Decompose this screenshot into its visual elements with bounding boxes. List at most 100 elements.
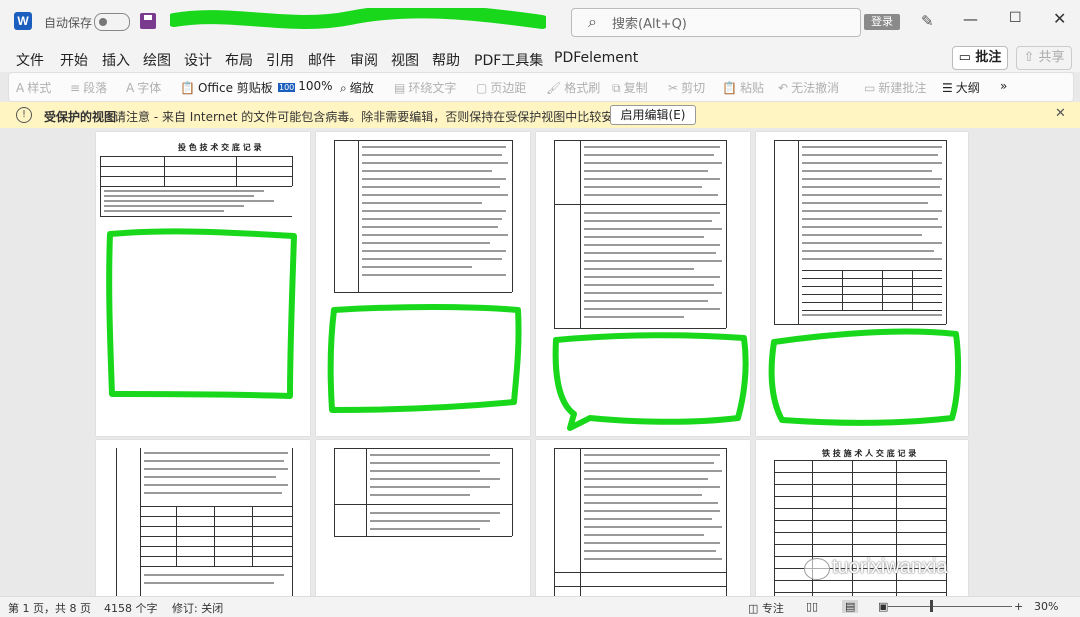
close-icon[interactable]: ✕ (1053, 9, 1066, 28)
menu-mailings[interactable]: 邮件 (308, 50, 336, 70)
menu-references[interactable]: 引用 (266, 50, 294, 70)
new-comment-button[interactable]: ▭ 新建批注 (864, 79, 926, 96)
watermark-text: tuorixiwanxia (832, 556, 948, 578)
watermark-icon (804, 558, 830, 580)
outline-label: 大纲 (955, 81, 980, 95)
toolbar-more-button[interactable]: » (1000, 79, 1007, 93)
styles-button[interactable]: A 样式 (16, 79, 51, 96)
annotate-button[interactable]: ▭ 批注 (952, 46, 1008, 70)
menu-insert[interactable]: 插入 (102, 50, 130, 70)
search-placeholder: 搜索(Alt+Q) (612, 17, 687, 32)
font-label: 字体 (137, 81, 162, 95)
scribble-page-4 (768, 328, 962, 426)
zoom100-icon: 100 (278, 83, 296, 92)
font-button[interactable]: A 字体 (126, 79, 161, 96)
share-button[interactable]: ⇧ 共享 (1016, 46, 1072, 70)
wrap-text-button[interactable]: ▤ 环绕文字 (394, 79, 456, 96)
redacted-filename-scribble (170, 8, 546, 29)
autosave-toggle[interactable] (94, 13, 130, 31)
zoom-icon: ⌕ (340, 81, 347, 95)
web-layout-icon[interactable]: ▣ (878, 600, 888, 613)
copy-icon: ⧉ (612, 81, 621, 95)
copy-label: 复制 (623, 81, 648, 95)
styles-icon: A (16, 81, 25, 95)
cut-label: 剪切 (681, 81, 706, 95)
highlighter-scribbles (106, 228, 962, 431)
menu-review[interactable]: 审阅 (350, 50, 378, 70)
paste-button[interactable]: 📋 粘贴 (722, 79, 764, 96)
protected-view-message[interactable]: 请注意 - 来自 Internet 的文件可能包含病毒。除非需要编辑，否则保持在… (114, 108, 637, 125)
scribble-page-2 (327, 304, 522, 413)
track-changes-status[interactable]: 修订: 关闭 (172, 600, 223, 616)
focus-label: 专注 (761, 602, 784, 615)
zoom-in-button[interactable]: + (1014, 600, 1023, 613)
menu-home[interactable]: 开始 (60, 50, 88, 70)
outline-button[interactable]: ☰ 大纲 (942, 79, 980, 96)
undo-button[interactable]: ↶ 无法撤消 (778, 79, 839, 96)
protected-view-title: 受保护的视图 (44, 110, 117, 124)
clipboard-label: Office 剪贴板 (197, 81, 273, 95)
zoom-slider[interactable] (888, 606, 1012, 607)
copy-button[interactable]: ⧉ 复制 (612, 79, 648, 96)
paste-label: 粘贴 (739, 81, 764, 95)
autosave-label: 自动保存 (44, 16, 93, 30)
annotate-label: 批注 (975, 50, 1002, 65)
clipboard-button[interactable]: 📋 Office 剪贴板 (180, 79, 273, 96)
word-logo-icon: W (14, 12, 32, 30)
paragraph-label: 段落 (83, 81, 108, 95)
maximize-icon[interactable]: ☐ (1009, 10, 1022, 26)
share-icon: ⇧ (1023, 50, 1039, 65)
scribble-page-3 (552, 332, 749, 431)
menu-draw[interactable]: 绘图 (143, 50, 171, 70)
paragraph-icon: ≡ (70, 81, 81, 95)
wrap-text-icon: ▤ (394, 81, 406, 95)
cut-icon: ✂ (668, 81, 679, 95)
shield-icon: ! (16, 107, 32, 123)
menu-layout[interactable]: 布局 (225, 50, 253, 70)
zoom-slider-thumb[interactable] (930, 600, 933, 612)
format-painter-button[interactable]: 🖌 格式刷 (546, 79, 600, 96)
paste-icon: 📋 (722, 81, 737, 95)
undo-label: 无法撤消 (791, 81, 840, 95)
enable-editing-button[interactable]: 启用编辑(E) (610, 105, 696, 125)
zoom-button[interactable]: ⌕ 缩放 (340, 79, 374, 96)
font-icon: A (126, 81, 135, 95)
page-count[interactable]: 第 1 页，共 8 页 (8, 600, 91, 616)
word-count[interactable]: 4158 个字 (104, 600, 158, 616)
menu-file[interactable]: 文件 (16, 50, 44, 70)
document-canvas[interactable]: 投 色 技 术 交 底 记 录 铁 技 施 术 人 交 底 记 录 (0, 128, 1080, 596)
print-layout-icon[interactable]: ▤ (842, 600, 859, 613)
menu-help[interactable]: 帮助 (432, 50, 460, 70)
undo-icon: ↶ (778, 81, 789, 95)
margins-button[interactable]: ▢ 页边距 (476, 79, 526, 96)
close-bar-icon[interactable]: ✕ (1055, 106, 1066, 121)
outline-icon: ☰ (942, 81, 953, 95)
scribble-page-1 (106, 228, 297, 399)
pen-icon[interactable]: ✎ (921, 12, 934, 30)
menu-view[interactable]: 视图 (391, 50, 419, 70)
zoom-label: 缩放 (349, 81, 374, 95)
minimize-icon[interactable]: — (963, 10, 978, 28)
zoom100-label: 100% (298, 79, 333, 93)
focus-button[interactable]: ◫ 专注 (748, 600, 784, 616)
new-comment-label: 新建批注 (878, 81, 927, 95)
styles-label: 样式 (27, 81, 52, 95)
cut-button[interactable]: ✂ 剪切 (668, 79, 705, 96)
menu-design[interactable]: 设计 (184, 50, 212, 70)
format-painter-label: 格式刷 (564, 81, 601, 95)
paragraph-button[interactable]: ≡ 段落 (70, 79, 107, 96)
format-painter-icon: 🖌 (546, 81, 562, 95)
focus-icon: ◫ (748, 602, 762, 615)
read-mode-icon[interactable]: ▯▯ (806, 600, 818, 613)
wrap-text-label: 环绕文字 (408, 81, 457, 95)
save-icon[interactable] (140, 13, 156, 29)
zoom-level[interactable]: 30% (1034, 600, 1058, 613)
zoom100-button[interactable]: 100 100% (278, 79, 333, 93)
share-label: 共享 (1038, 50, 1065, 65)
margins-label: 页边距 (490, 81, 527, 95)
menu-pdf-tools[interactable]: PDF工具集 (474, 50, 543, 70)
login-button[interactable]: 登录 (864, 14, 900, 30)
margins-icon: ▢ (476, 81, 488, 95)
menu-pdfelement[interactable]: PDFelement (554, 50, 638, 66)
clipboard-icon: 📋 (180, 81, 195, 95)
